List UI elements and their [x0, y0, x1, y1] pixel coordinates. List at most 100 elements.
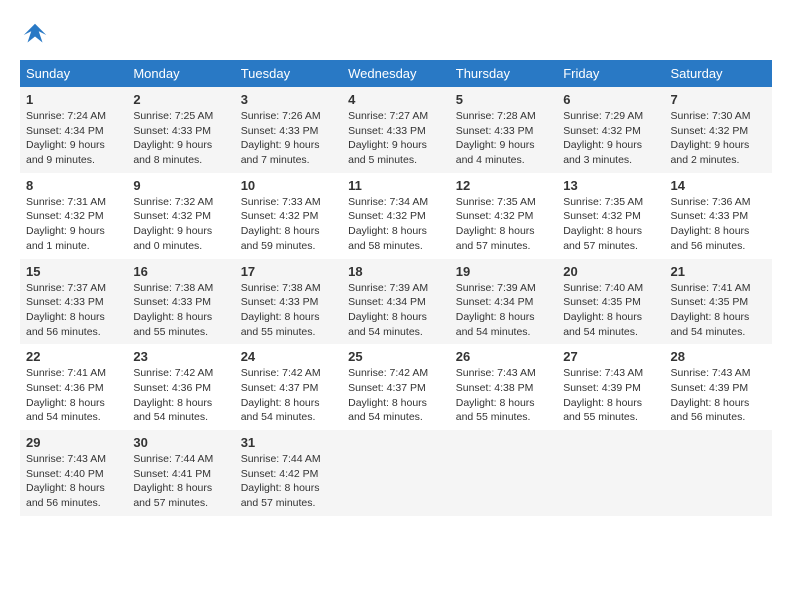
calendar-cell: 16 Sunrise: 7:38 AMSunset: 4:33 PMDaylig… — [127, 259, 234, 345]
day-number: 31 — [241, 435, 336, 450]
day-info: Sunrise: 7:43 AMSunset: 4:39 PMDaylight:… — [671, 367, 751, 423]
calendar-week-3: 15 Sunrise: 7:37 AMSunset: 4:33 PMDaylig… — [20, 259, 772, 345]
day-info: Sunrise: 7:31 AMSunset: 4:32 PMDaylight:… — [26, 196, 106, 252]
day-info: Sunrise: 7:28 AMSunset: 4:33 PMDaylight:… — [456, 110, 536, 166]
calendar-week-4: 22 Sunrise: 7:41 AMSunset: 4:36 PMDaylig… — [20, 344, 772, 430]
day-info: Sunrise: 7:36 AMSunset: 4:33 PMDaylight:… — [671, 196, 751, 252]
calendar-cell: 27 Sunrise: 7:43 AMSunset: 4:39 PMDaylig… — [557, 344, 664, 430]
day-number: 30 — [133, 435, 228, 450]
day-info: Sunrise: 7:30 AMSunset: 4:32 PMDaylight:… — [671, 110, 751, 166]
weekday-header-monday: Monday — [127, 60, 234, 87]
day-number: 26 — [456, 349, 551, 364]
calendar-cell: 31 Sunrise: 7:44 AMSunset: 4:42 PMDaylig… — [235, 430, 342, 516]
calendar-table: SundayMondayTuesdayWednesdayThursdayFrid… — [20, 60, 772, 516]
day-number: 2 — [133, 92, 228, 107]
day-number: 22 — [26, 349, 121, 364]
day-number: 12 — [456, 178, 551, 193]
day-number: 7 — [671, 92, 766, 107]
day-number: 19 — [456, 264, 551, 279]
day-number: 18 — [348, 264, 444, 279]
day-info: Sunrise: 7:40 AMSunset: 4:35 PMDaylight:… — [563, 282, 643, 338]
day-info: Sunrise: 7:29 AMSunset: 4:32 PMDaylight:… — [563, 110, 643, 166]
day-info: Sunrise: 7:39 AMSunset: 4:34 PMDaylight:… — [456, 282, 536, 338]
day-number: 27 — [563, 349, 658, 364]
weekday-header-tuesday: Tuesday — [235, 60, 342, 87]
day-info: Sunrise: 7:25 AMSunset: 4:33 PMDaylight:… — [133, 110, 213, 166]
day-number: 9 — [133, 178, 228, 193]
day-number: 24 — [241, 349, 336, 364]
calendar-cell: 12 Sunrise: 7:35 AMSunset: 4:32 PMDaylig… — [450, 173, 557, 259]
calendar-cell: 18 Sunrise: 7:39 AMSunset: 4:34 PMDaylig… — [342, 259, 450, 345]
day-info: Sunrise: 7:26 AMSunset: 4:33 PMDaylight:… — [241, 110, 321, 166]
day-info: Sunrise: 7:41 AMSunset: 4:35 PMDaylight:… — [671, 282, 751, 338]
weekday-header-row: SundayMondayTuesdayWednesdayThursdayFrid… — [20, 60, 772, 87]
day-info: Sunrise: 7:43 AMSunset: 4:39 PMDaylight:… — [563, 367, 643, 423]
day-info: Sunrise: 7:24 AMSunset: 4:34 PMDaylight:… — [26, 110, 106, 166]
calendar-cell: 17 Sunrise: 7:38 AMSunset: 4:33 PMDaylig… — [235, 259, 342, 345]
day-info: Sunrise: 7:42 AMSunset: 4:37 PMDaylight:… — [348, 367, 428, 423]
calendar-cell: 22 Sunrise: 7:41 AMSunset: 4:36 PMDaylig… — [20, 344, 127, 430]
day-info: Sunrise: 7:41 AMSunset: 4:36 PMDaylight:… — [26, 367, 106, 423]
day-info: Sunrise: 7:35 AMSunset: 4:32 PMDaylight:… — [456, 196, 536, 252]
day-info: Sunrise: 7:37 AMSunset: 4:33 PMDaylight:… — [26, 282, 106, 338]
weekday-header-sunday: Sunday — [20, 60, 127, 87]
day-number: 28 — [671, 349, 766, 364]
calendar-cell: 20 Sunrise: 7:40 AMSunset: 4:35 PMDaylig… — [557, 259, 664, 345]
day-number: 21 — [671, 264, 766, 279]
day-info: Sunrise: 7:39 AMSunset: 4:34 PMDaylight:… — [348, 282, 428, 338]
calendar-cell: 30 Sunrise: 7:44 AMSunset: 4:41 PMDaylig… — [127, 430, 234, 516]
day-number: 25 — [348, 349, 444, 364]
calendar-cell: 6 Sunrise: 7:29 AMSunset: 4:32 PMDayligh… — [557, 87, 664, 173]
calendar-cell: 24 Sunrise: 7:42 AMSunset: 4:37 PMDaylig… — [235, 344, 342, 430]
day-number: 16 — [133, 264, 228, 279]
calendar-cell — [342, 430, 450, 516]
calendar-cell: 15 Sunrise: 7:37 AMSunset: 4:33 PMDaylig… — [20, 259, 127, 345]
calendar-week-2: 8 Sunrise: 7:31 AMSunset: 4:32 PMDayligh… — [20, 173, 772, 259]
day-number: 5 — [456, 92, 551, 107]
day-number: 20 — [563, 264, 658, 279]
day-number: 11 — [348, 178, 444, 193]
calendar-cell: 25 Sunrise: 7:42 AMSunset: 4:37 PMDaylig… — [342, 344, 450, 430]
weekday-header-friday: Friday — [557, 60, 664, 87]
day-number: 17 — [241, 264, 336, 279]
day-info: Sunrise: 7:38 AMSunset: 4:33 PMDaylight:… — [241, 282, 321, 338]
calendar-cell: 1 Sunrise: 7:24 AMSunset: 4:34 PMDayligh… — [20, 87, 127, 173]
calendar-cell: 14 Sunrise: 7:36 AMSunset: 4:33 PMDaylig… — [665, 173, 772, 259]
calendar-cell: 29 Sunrise: 7:43 AMSunset: 4:40 PMDaylig… — [20, 430, 127, 516]
calendar-week-1: 1 Sunrise: 7:24 AMSunset: 4:34 PMDayligh… — [20, 87, 772, 173]
calendar-week-5: 29 Sunrise: 7:43 AMSunset: 4:40 PMDaylig… — [20, 430, 772, 516]
day-number: 15 — [26, 264, 121, 279]
day-number: 8 — [26, 178, 121, 193]
calendar-cell: 28 Sunrise: 7:43 AMSunset: 4:39 PMDaylig… — [665, 344, 772, 430]
calendar-cell — [665, 430, 772, 516]
day-number: 3 — [241, 92, 336, 107]
calendar-cell: 3 Sunrise: 7:26 AMSunset: 4:33 PMDayligh… — [235, 87, 342, 173]
calendar-cell: 8 Sunrise: 7:31 AMSunset: 4:32 PMDayligh… — [20, 173, 127, 259]
page-header — [20, 20, 772, 50]
day-info: Sunrise: 7:35 AMSunset: 4:32 PMDaylight:… — [563, 196, 643, 252]
calendar-cell: 11 Sunrise: 7:34 AMSunset: 4:32 PMDaylig… — [342, 173, 450, 259]
day-info: Sunrise: 7:32 AMSunset: 4:32 PMDaylight:… — [133, 196, 213, 252]
day-info: Sunrise: 7:42 AMSunset: 4:36 PMDaylight:… — [133, 367, 213, 423]
day-info: Sunrise: 7:27 AMSunset: 4:33 PMDaylight:… — [348, 110, 428, 166]
calendar-cell — [557, 430, 664, 516]
calendar-cell: 23 Sunrise: 7:42 AMSunset: 4:36 PMDaylig… — [127, 344, 234, 430]
calendar-cell: 19 Sunrise: 7:39 AMSunset: 4:34 PMDaylig… — [450, 259, 557, 345]
day-number: 10 — [241, 178, 336, 193]
calendar-cell: 5 Sunrise: 7:28 AMSunset: 4:33 PMDayligh… — [450, 87, 557, 173]
weekday-header-thursday: Thursday — [450, 60, 557, 87]
day-info: Sunrise: 7:44 AMSunset: 4:41 PMDaylight:… — [133, 453, 213, 509]
day-number: 13 — [563, 178, 658, 193]
logo — [20, 20, 54, 50]
calendar-cell: 7 Sunrise: 7:30 AMSunset: 4:32 PMDayligh… — [665, 87, 772, 173]
day-info: Sunrise: 7:38 AMSunset: 4:33 PMDaylight:… — [133, 282, 213, 338]
day-info: Sunrise: 7:33 AMSunset: 4:32 PMDaylight:… — [241, 196, 321, 252]
calendar-cell: 2 Sunrise: 7:25 AMSunset: 4:33 PMDayligh… — [127, 87, 234, 173]
calendar-cell: 13 Sunrise: 7:35 AMSunset: 4:32 PMDaylig… — [557, 173, 664, 259]
day-number: 4 — [348, 92, 444, 107]
logo-icon — [20, 20, 50, 50]
calendar-cell: 21 Sunrise: 7:41 AMSunset: 4:35 PMDaylig… — [665, 259, 772, 345]
day-info: Sunrise: 7:34 AMSunset: 4:32 PMDaylight:… — [348, 196, 428, 252]
day-info: Sunrise: 7:42 AMSunset: 4:37 PMDaylight:… — [241, 367, 321, 423]
day-info: Sunrise: 7:44 AMSunset: 4:42 PMDaylight:… — [241, 453, 321, 509]
